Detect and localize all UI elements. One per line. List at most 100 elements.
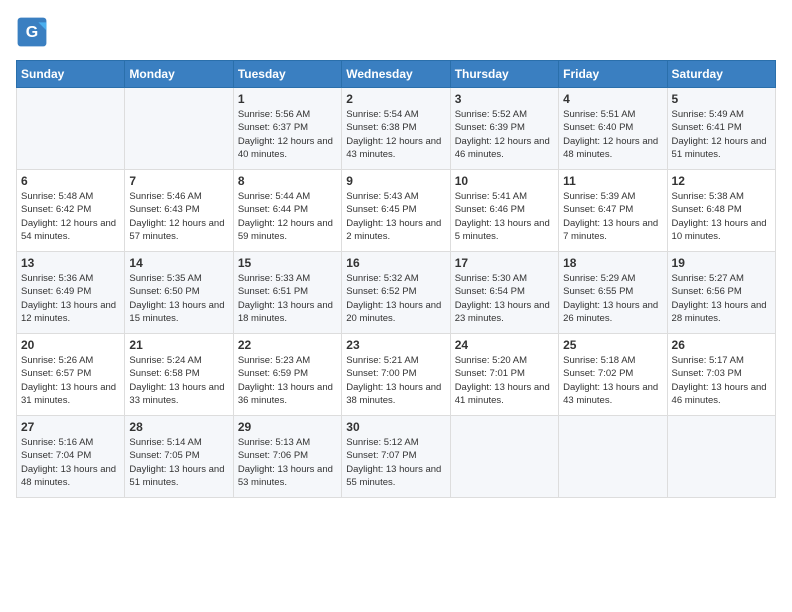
calendar-cell: 6 Sunrise: 5:48 AM Sunset: 6:42 PM Daylig… bbox=[17, 170, 125, 252]
calendar-cell: 5Sunrise: 5:49 AM Sunset: 6:41 PM Daylig… bbox=[667, 88, 775, 170]
day-info: Sunrise: 5:38 AM Sunset: 6:48 PM Dayligh… bbox=[672, 190, 771, 243]
calendar-cell: 21 Sunrise: 5:24 AM Sunset: 6:58 PM Dayli… bbox=[125, 334, 233, 416]
day-info: Sunrise: 5:17 AM Sunset: 7:03 PM Dayligh… bbox=[672, 354, 771, 407]
day-info: Sunrise: 5:18 AM Sunset: 7:02 PM Dayligh… bbox=[563, 354, 662, 407]
calendar-cell: 7 Sunrise: 5:46 AM Sunset: 6:43 PM Daylig… bbox=[125, 170, 233, 252]
day-info: Sunrise: 5:30 AM Sunset: 6:54 PM Dayligh… bbox=[455, 272, 554, 325]
day-info: Sunrise: 5:41 AM Sunset: 6:46 PM Dayligh… bbox=[455, 190, 554, 243]
day-number: 7 bbox=[129, 174, 228, 188]
calendar-cell: 12Sunrise: 5:38 AM Sunset: 6:48 PM Dayli… bbox=[667, 170, 775, 252]
calendar-cell: 22 Sunrise: 5:23 AM Sunset: 6:59 PM Dayli… bbox=[233, 334, 341, 416]
day-info: Sunrise: 5:43 AM Sunset: 6:45 PM Dayligh… bbox=[346, 190, 445, 243]
day-info: Sunrise: 5:46 AM Sunset: 6:43 PM Dayligh… bbox=[129, 190, 228, 243]
day-number: 3 bbox=[455, 92, 554, 106]
day-info: Sunrise: 5:32 AM Sunset: 6:52 PM Dayligh… bbox=[346, 272, 445, 325]
weekday-header: Saturday bbox=[667, 61, 775, 88]
day-info: Sunrise: 5:14 AM Sunset: 7:05 PM Dayligh… bbox=[129, 436, 228, 489]
day-info: Sunrise: 5:35 AM Sunset: 6:50 PM Dayligh… bbox=[129, 272, 228, 325]
calendar-cell: 14 Sunrise: 5:35 AM Sunset: 6:50 PM Dayli… bbox=[125, 252, 233, 334]
calendar-cell bbox=[559, 416, 667, 498]
calendar-cell: 20 Sunrise: 5:26 AM Sunset: 6:57 PM Dayli… bbox=[17, 334, 125, 416]
day-number: 13 bbox=[21, 256, 120, 270]
calendar-week-row: 27 Sunrise: 5:16 AM Sunset: 7:04 PM Dayli… bbox=[17, 416, 776, 498]
day-info: Sunrise: 5:52 AM Sunset: 6:39 PM Dayligh… bbox=[455, 108, 554, 161]
calendar-cell: 30 Sunrise: 5:12 AM Sunset: 7:07 PM Dayli… bbox=[342, 416, 450, 498]
calendar-week-row: 1 Sunrise: 5:56 AM Sunset: 6:37 PM Daylig… bbox=[17, 88, 776, 170]
day-info: Sunrise: 5:33 AM Sunset: 6:51 PM Dayligh… bbox=[238, 272, 337, 325]
calendar-cell: 27 Sunrise: 5:16 AM Sunset: 7:04 PM Dayli… bbox=[17, 416, 125, 498]
day-number: 14 bbox=[129, 256, 228, 270]
day-number: 28 bbox=[129, 420, 228, 434]
calendar-cell bbox=[125, 88, 233, 170]
day-info: Sunrise: 5:23 AM Sunset: 6:59 PM Dayligh… bbox=[238, 354, 337, 407]
calendar-header-row: SundayMondayTuesdayWednesdayThursdayFrid… bbox=[17, 61, 776, 88]
day-info: Sunrise: 5:26 AM Sunset: 6:57 PM Dayligh… bbox=[21, 354, 120, 407]
day-number: 15 bbox=[238, 256, 337, 270]
calendar-cell: 2 Sunrise: 5:54 AM Sunset: 6:38 PM Daylig… bbox=[342, 88, 450, 170]
calendar-cell: 17 Sunrise: 5:30 AM Sunset: 6:54 PM Dayli… bbox=[450, 252, 558, 334]
calendar-cell: 15 Sunrise: 5:33 AM Sunset: 6:51 PM Dayli… bbox=[233, 252, 341, 334]
day-info: Sunrise: 5:54 AM Sunset: 6:38 PM Dayligh… bbox=[346, 108, 445, 161]
day-number: 24 bbox=[455, 338, 554, 352]
day-number: 1 bbox=[238, 92, 337, 106]
day-info: Sunrise: 5:27 AM Sunset: 6:56 PM Dayligh… bbox=[672, 272, 771, 325]
day-number: 8 bbox=[238, 174, 337, 188]
calendar-cell: 4Sunrise: 5:51 AM Sunset: 6:40 PM Daylig… bbox=[559, 88, 667, 170]
day-info: Sunrise: 5:20 AM Sunset: 7:01 PM Dayligh… bbox=[455, 354, 554, 407]
calendar-cell: 29 Sunrise: 5:13 AM Sunset: 7:06 PM Dayli… bbox=[233, 416, 341, 498]
day-number: 2 bbox=[346, 92, 445, 106]
calendar-cell bbox=[667, 416, 775, 498]
day-info: Sunrise: 5:39 AM Sunset: 6:47 PM Dayligh… bbox=[563, 190, 662, 243]
weekday-header: Wednesday bbox=[342, 61, 450, 88]
calendar-cell: 25 Sunrise: 5:18 AM Sunset: 7:02 PM Dayli… bbox=[559, 334, 667, 416]
day-number: 25 bbox=[563, 338, 662, 352]
day-number: 16 bbox=[346, 256, 445, 270]
day-number: 5 bbox=[672, 92, 771, 106]
calendar-week-row: 13 Sunrise: 5:36 AM Sunset: 6:49 PM Dayli… bbox=[17, 252, 776, 334]
day-number: 9 bbox=[346, 174, 445, 188]
day-number: 27 bbox=[21, 420, 120, 434]
calendar-cell: 10 Sunrise: 5:41 AM Sunset: 6:46 PM Dayli… bbox=[450, 170, 558, 252]
calendar-cell: 28 Sunrise: 5:14 AM Sunset: 7:05 PM Dayli… bbox=[125, 416, 233, 498]
day-info: Sunrise: 5:36 AM Sunset: 6:49 PM Dayligh… bbox=[21, 272, 120, 325]
calendar-week-row: 20 Sunrise: 5:26 AM Sunset: 6:57 PM Dayli… bbox=[17, 334, 776, 416]
day-number: 22 bbox=[238, 338, 337, 352]
day-number: 29 bbox=[238, 420, 337, 434]
day-number: 26 bbox=[672, 338, 771, 352]
day-info: Sunrise: 5:56 AM Sunset: 6:37 PM Dayligh… bbox=[238, 108, 337, 161]
day-info: Sunrise: 5:13 AM Sunset: 7:06 PM Dayligh… bbox=[238, 436, 337, 489]
calendar-cell bbox=[450, 416, 558, 498]
day-number: 17 bbox=[455, 256, 554, 270]
weekday-header: Tuesday bbox=[233, 61, 341, 88]
calendar-cell: 24 Sunrise: 5:20 AM Sunset: 7:01 PM Dayli… bbox=[450, 334, 558, 416]
day-number: 4 bbox=[563, 92, 662, 106]
weekday-header: Sunday bbox=[17, 61, 125, 88]
day-info: Sunrise: 5:21 AM Sunset: 7:00 PM Dayligh… bbox=[346, 354, 445, 407]
calendar-cell: 8Sunrise: 5:44 AM Sunset: 6:44 PM Daylig… bbox=[233, 170, 341, 252]
day-number: 30 bbox=[346, 420, 445, 434]
calendar-cell: 13 Sunrise: 5:36 AM Sunset: 6:49 PM Dayli… bbox=[17, 252, 125, 334]
day-number: 21 bbox=[129, 338, 228, 352]
svg-text:G: G bbox=[26, 24, 38, 41]
day-info: Sunrise: 5:16 AM Sunset: 7:04 PM Dayligh… bbox=[21, 436, 120, 489]
day-info: Sunrise: 5:48 AM Sunset: 6:42 PM Dayligh… bbox=[21, 190, 120, 243]
calendar-cell: 11 Sunrise: 5:39 AM Sunset: 6:47 PM Dayli… bbox=[559, 170, 667, 252]
page-header: G bbox=[16, 16, 776, 48]
calendar-cell: 23Sunrise: 5:21 AM Sunset: 7:00 PM Dayli… bbox=[342, 334, 450, 416]
day-number: 6 bbox=[21, 174, 120, 188]
weekday-header: Thursday bbox=[450, 61, 558, 88]
day-info: Sunrise: 5:12 AM Sunset: 7:07 PM Dayligh… bbox=[346, 436, 445, 489]
day-number: 20 bbox=[21, 338, 120, 352]
calendar-cell: 18Sunrise: 5:29 AM Sunset: 6:55 PM Dayli… bbox=[559, 252, 667, 334]
day-number: 19 bbox=[672, 256, 771, 270]
day-number: 18 bbox=[563, 256, 662, 270]
calendar-cell: 3 Sunrise: 5:52 AM Sunset: 6:39 PM Daylig… bbox=[450, 88, 558, 170]
day-info: Sunrise: 5:24 AM Sunset: 6:58 PM Dayligh… bbox=[129, 354, 228, 407]
calendar-week-row: 6 Sunrise: 5:48 AM Sunset: 6:42 PM Daylig… bbox=[17, 170, 776, 252]
day-number: 10 bbox=[455, 174, 554, 188]
calendar-cell: 19 Sunrise: 5:27 AM Sunset: 6:56 PM Dayli… bbox=[667, 252, 775, 334]
day-number: 11 bbox=[563, 174, 662, 188]
calendar-cell bbox=[17, 88, 125, 170]
weekday-header: Monday bbox=[125, 61, 233, 88]
logo-icon: G bbox=[16, 16, 48, 48]
